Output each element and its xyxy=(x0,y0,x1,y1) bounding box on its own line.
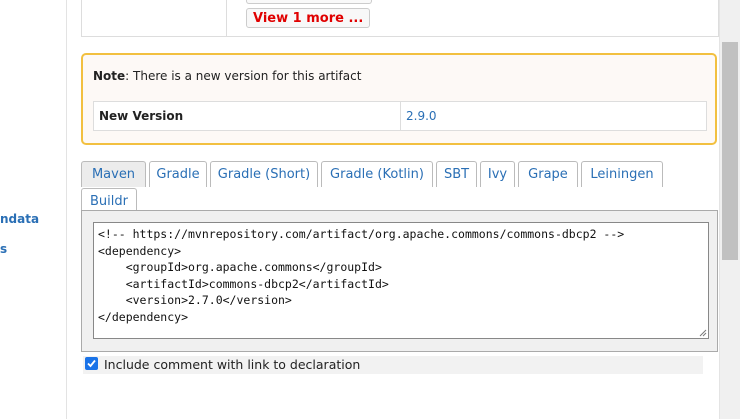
new-version-label: New Version xyxy=(99,109,184,123)
table-divider xyxy=(226,0,227,36)
tab-sbt[interactable]: SBT xyxy=(436,161,477,187)
checkmark-icon xyxy=(87,359,96,368)
tab-gradle[interactable]: Gradle xyxy=(149,161,207,187)
tab-leiningen[interactable]: Leiningen xyxy=(581,161,663,187)
tab-maven[interactable]: Maven xyxy=(81,161,146,187)
note-text: : There is a new version for this artifa… xyxy=(125,69,362,83)
artifact-info-table: View 1 more ... xyxy=(81,0,719,37)
include-comment-option: Include comment with link to declaration xyxy=(83,356,703,374)
note-prefix: Note xyxy=(93,69,126,83)
note-message: Note: There is a new version for this ar… xyxy=(93,69,361,83)
include-comment-checkbox[interactable] xyxy=(85,357,98,370)
main-content: View 1 more ... Note: There is a new ver… xyxy=(67,0,719,419)
scrollbar-thumb[interactable] xyxy=(722,42,738,260)
sidebar-link-metadata[interactable]: ndata xyxy=(0,212,39,226)
new-version-note: Note: There is a new version for this ar… xyxy=(81,53,717,145)
new-version-table: New Version 2.9.0 xyxy=(93,101,707,131)
previous-version-button[interactable] xyxy=(246,0,372,4)
table-divider xyxy=(400,102,401,130)
tab-gradle-short[interactable]: Gradle (Short) xyxy=(210,161,318,187)
dependency-snippet-textarea[interactable]: <!-- https://mvnrepository.com/artifact/… xyxy=(93,222,709,339)
dependency-snippet-panel: <!-- https://mvnrepository.com/artifact/… xyxy=(81,210,718,352)
sidebar-link-s[interactable]: s xyxy=(0,242,7,256)
left-sidebar: ndata s xyxy=(0,0,67,419)
include-comment-label: Include comment with link to declaration xyxy=(104,357,361,372)
new-version-link[interactable]: 2.9.0 xyxy=(406,102,437,130)
tab-gradle-kotlin[interactable]: Gradle (Kotlin) xyxy=(321,161,433,187)
tab-ivy[interactable]: Ivy xyxy=(480,161,515,187)
resize-grip-icon[interactable] xyxy=(699,329,707,337)
tab-grape[interactable]: Grape xyxy=(518,161,578,187)
view-more-button[interactable]: View 1 more ... xyxy=(246,8,371,28)
